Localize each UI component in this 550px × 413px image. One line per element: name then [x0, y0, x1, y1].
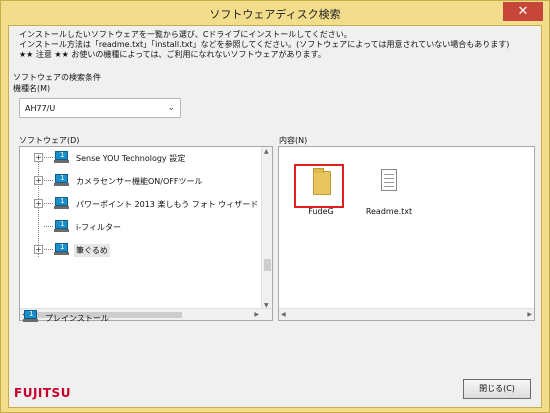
tree-item-label: Sense YOU Technology 設定 [76, 154, 186, 163]
dialog-body: インストールしたいソフトウェアを一覧から選び、Cドライブにインストールしてくださ… [8, 25, 542, 408]
text-file-icon [381, 169, 397, 191]
computer-icon [54, 197, 69, 210]
window-close-button[interactable]: ✕ [503, 2, 543, 21]
model-select[interactable]: AH77/U ⌄ [19, 98, 181, 118]
vertical-scrollbar[interactable]: ▲ ▼ [261, 147, 272, 310]
search-section-label: ソフトウェアの検索条件 [13, 73, 101, 82]
scroll-right-icon[interactable]: ▶ [254, 311, 259, 318]
file-item-readme[interactable]: Readme.txt [359, 163, 419, 223]
expand-icon[interactable]: + [34, 153, 43, 162]
preinstall-icon [23, 310, 38, 323]
tree-item-label: i-フィルター [76, 223, 121, 232]
tree-item-fudegurume[interactable]: + 筆ぐるめ [34, 240, 264, 260]
tree-item-camera-sensor[interactable]: + カメラセンサー機能ON/OFFツール [34, 171, 264, 191]
chevron-down-icon: ⌄ [167, 103, 175, 113]
file-item-fudeg[interactable]: FudeG [291, 163, 351, 223]
scroll-up-icon[interactable]: ▲ [264, 148, 269, 155]
scroll-left-icon[interactable]: ◀ [281, 311, 286, 318]
file-name: Readme.txt [365, 207, 413, 216]
computer-icon [54, 151, 69, 164]
expand-icon[interactable]: + [34, 199, 43, 208]
software-tree[interactable]: + Sense YOU Technology 設定 + カメラセンサー機能ON/… [19, 146, 273, 321]
preinstall-label: プレインストール [45, 314, 109, 323]
close-button[interactable]: 閉じる(C) [463, 379, 531, 399]
contents-list[interactable]: FudeG Readme.txt ◀ ▶ [278, 146, 535, 321]
fujitsu-logo: FUJITSU [14, 386, 71, 400]
computer-icon [54, 174, 69, 187]
model-select-value: AH77/U [25, 104, 56, 113]
tree-item-i-filter[interactable]: i-フィルター [34, 217, 264, 237]
expand-icon[interactable]: + [34, 176, 43, 185]
instruction-line-3: ★★ 注意 ★★ お使いの機種によっては、ご利用になれないソフトウェアがあります… [19, 50, 326, 59]
tree-connector [44, 180, 53, 181]
tree-item-sense-you[interactable]: + Sense YOU Technology 設定 [34, 148, 264, 168]
contents-panel-label: 内容(N) [279, 136, 308, 145]
tree-connector [44, 226, 53, 227]
tree-connector [44, 249, 53, 250]
tree-item-label: カメラセンサー機能ON/OFFツール [76, 177, 203, 186]
file-name: FudeG [308, 207, 334, 216]
tree-item-powerpoint[interactable]: + パワーポイント 2013 楽しもう フォト ウィザード [34, 194, 264, 214]
model-label: 機種名(M) [13, 84, 51, 93]
computer-icon [54, 220, 69, 233]
tree-connector [44, 157, 53, 158]
scroll-right-icon[interactable]: ▶ [527, 311, 532, 318]
window-title: ソフトウェアディスク検索 [209, 8, 341, 21]
software-panel-label: ソフトウェア(D) [19, 136, 80, 145]
app-window: ソフトウェアディスク検索 ✕ インストールしたいソフトウェアを一覧から選び、Cド… [0, 0, 550, 413]
computer-icon [54, 243, 69, 256]
folder-icon [313, 168, 331, 195]
title-bar: ソフトウェアディスク検索 ✕ [1, 1, 549, 25]
horizontal-scrollbar[interactable]: ◀ ▶ [279, 308, 534, 320]
expand-icon[interactable]: + [34, 245, 43, 254]
tree-item-label-selected: 筆ぐるめ [74, 244, 110, 257]
scrollbar-thumb[interactable] [264, 259, 271, 271]
tree-item-label: パワーポイント 2013 楽しもう フォト ウィザード [76, 200, 259, 209]
tree-connector [44, 203, 53, 204]
